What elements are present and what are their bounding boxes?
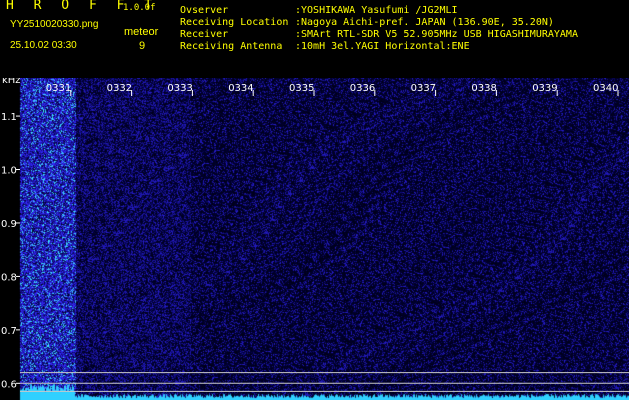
info-key: Ovserver xyxy=(180,5,229,16)
info-value: :SMArt RTL-SDR V5 52.905MHz USB HIGASHIM… xyxy=(295,29,578,40)
time-tick-label: 0333 xyxy=(167,83,192,94)
frequency-tick-label: 0.6 xyxy=(1,379,17,390)
meteor-label: meteor xyxy=(124,26,159,38)
info-antenna: Receiving Antenna :10mH 3el.YAGI Horizont… xyxy=(180,41,470,52)
info-value: :YOSHIKAWA Yasufumi /JG2MLI xyxy=(295,5,458,16)
time-tick-label: 0331 xyxy=(46,83,71,94)
info-receiver: Receiver :SMArt RTL-SDR V5 52.905MHz USB … xyxy=(180,29,578,40)
time-tick-label: 0339 xyxy=(532,83,557,94)
frequency-tick-label: 0.9 xyxy=(1,219,17,230)
time-axis: 0331 0332 0333 0334 0335 0336 0337 0338 0339 0340 xyxy=(46,83,619,96)
time-tick-label: 0335 xyxy=(289,83,314,94)
time-tick-label: 0334 xyxy=(228,83,253,94)
spectrogram-plot: kHz 0331 0332 0333 0334 0335 0336 0337 0338 0339… xyxy=(0,78,629,400)
frequency-tick-label: 1.0 xyxy=(1,166,17,177)
app-version: 1.0.0f xyxy=(123,3,156,13)
frequency-tick-label: 0.8 xyxy=(1,272,17,283)
frequency-tick-label: 1.1 xyxy=(1,112,17,123)
time-tick-label: 0332 xyxy=(107,83,132,94)
info-key: Receiver xyxy=(180,29,229,40)
frequency-tick-label: 0.7 xyxy=(1,326,17,337)
info-key: Receiving Antenna xyxy=(180,41,283,52)
reference-lines xyxy=(20,372,629,392)
info-location: Receiving Location :Nagoya Aichi-pref. JA… xyxy=(180,17,554,28)
info-value: :10mH 3el.YAGI Horizontal:ENE xyxy=(295,41,470,52)
time-tick-label: 0338 xyxy=(471,83,496,94)
axis-overlay: kHz 0331 0332 0333 0334 0335 0336 0337 0338 0339… xyxy=(1,78,629,392)
frequency-axis: 1.1 1.0 0.9 0.8 0.7 0.6 xyxy=(1,112,20,390)
meteor-count: 9 xyxy=(139,40,146,52)
time-tick-label: 0340 xyxy=(593,83,618,94)
time-tick-label: 0336 xyxy=(350,83,375,94)
date-time: 25.10.02 03:30 xyxy=(10,40,77,51)
info-value: :Nagoya Aichi-pref. JAPAN (136.90E, 35.2… xyxy=(295,17,554,28)
y-unit-label: kHz xyxy=(2,78,21,86)
header-panel: H R O F F T 1.0.0f YY2510020330.png 25.1… xyxy=(0,0,629,78)
info-observer: Ovserver :YOSHIKAWA Yasufumi /JG2MLI xyxy=(180,5,458,16)
time-tick-label: 0337 xyxy=(411,83,436,94)
info-key: Receiving Location xyxy=(180,17,289,28)
file-name: YY2510020330.png xyxy=(10,19,99,30)
